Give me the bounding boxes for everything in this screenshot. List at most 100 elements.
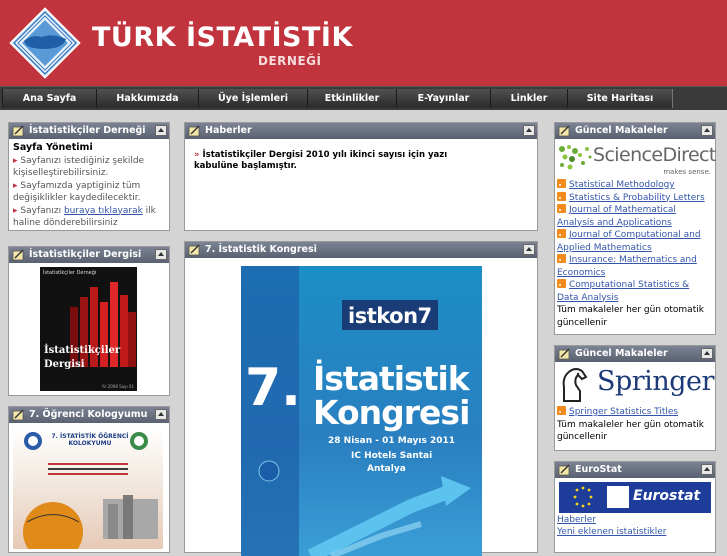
- reset-page-link[interactable]: buraya tıklayarak: [64, 206, 143, 216]
- panel-sciencedirect: Güncel Makaleler ScienceDirect makes sen…: [554, 122, 716, 335]
- main-nav: Ana Sayfa Hakkımızda Üye İşlemleri Etkin…: [0, 86, 727, 110]
- panel-title: Haberler: [205, 125, 252, 136]
- nav-about[interactable]: Hakkımızda: [96, 89, 199, 108]
- rss-icon: [557, 179, 566, 188]
- rss-icon: [557, 254, 566, 263]
- eurostat-news-link[interactable]: Haberler: [557, 514, 666, 526]
- journal-cover[interactable]: İstatistikçiler Derneği İstatistikçiler …: [40, 267, 137, 391]
- springer-list: Springer Statistics Titles Tüm makaleler…: [555, 406, 715, 444]
- edit-note-icon: [188, 125, 200, 137]
- panel-title: Güncel Makaleler: [575, 348, 668, 359]
- eurostat-badge: [607, 486, 629, 508]
- panel-header: Haberler: [185, 123, 537, 139]
- tid-logo-icon[interactable]: [8, 6, 82, 80]
- colloquium-poster[interactable]: 7. İSTATİSTİK ÖĞRENCİ KOLOKYUMU: [13, 427, 163, 549]
- double-arrow-icon: »: [194, 150, 200, 160]
- nav-epubs[interactable]: E-Yayınlar: [396, 89, 491, 108]
- collapse-button[interactable]: [155, 125, 167, 136]
- panel-title: 7. Öğrenci Kologyumu: [29, 409, 148, 420]
- nav-home[interactable]: Ana Sayfa: [2, 89, 97, 108]
- eurostat-logo[interactable]: Eurostat: [559, 482, 711, 513]
- bullet-arrow-icon: ▸: [13, 155, 18, 166]
- eu-flag-icon: [563, 484, 603, 510]
- sciencedirect-logo[interactable]: ScienceDirect makes sense.: [555, 139, 716, 179]
- edit-note-icon: [558, 125, 570, 137]
- collapse-button[interactable]: [523, 244, 535, 255]
- rss-icon: [557, 204, 566, 213]
- auto-update-note: Tüm makaleler her gün otomatik güncellen…: [557, 305, 704, 328]
- collapse-button[interactable]: [701, 348, 713, 359]
- panel-journal: İstatistikçiler Dergisi İstatistikçiler …: [8, 246, 170, 396]
- springer-link[interactable]: Springer Statistics Titles: [557, 406, 713, 419]
- article-link[interactable]: Computational Statistics & Data Analysis: [557, 279, 713, 304]
- collapse-button[interactable]: [701, 125, 713, 136]
- eurostat-links: Haberler Yeni eklenen istatistikler: [557, 514, 666, 538]
- panel-title: İstatistikçiler Derneği: [29, 125, 146, 136]
- cover-publisher: İstatistikçiler Derneği: [43, 270, 97, 276]
- cover-bars-graphic: [70, 282, 136, 367]
- rss-icon: [557, 229, 566, 238]
- site-title: TÜRK İSTATİSTİK: [92, 22, 353, 53]
- panel-association: İstatistikçiler Derneği Sayfa Yönetimi ▸…: [8, 122, 170, 231]
- news-item-text: İstatistikçiler Dergisi 2010 yılı ikinci…: [194, 150, 448, 171]
- cover-issue: Yıl 2008 Sayı 01: [101, 384, 134, 389]
- sciencedirect-dots-icon: [559, 145, 592, 170]
- bullet-arrow-icon: ▸: [13, 205, 18, 216]
- edit-note-icon: [12, 409, 24, 421]
- panel-header: Güncel Makaleler: [555, 123, 715, 139]
- springer-logo[interactable]: Springer: [555, 362, 715, 406]
- panel-colloquium: 7. Öğrenci Kologyumu 7. İSTATİSTİK ÖĞREN…: [8, 406, 170, 553]
- springer-wordmark: Springer: [597, 366, 714, 397]
- edit-note-icon: [558, 348, 570, 360]
- panel-title: İstatistikçiler Dergisi: [29, 249, 142, 260]
- auto-update-note: Tüm makaleler her gün otomatik güncellen…: [557, 419, 704, 443]
- article-link[interactable]: Journal of Mathematical Analysis and App…: [557, 204, 713, 229]
- sciencedirect-tagline: makes sense.: [663, 168, 711, 176]
- nav-events[interactable]: Etkinlikler: [307, 89, 397, 108]
- panel-title: 7. İstatistik Kongresi: [205, 244, 317, 255]
- cover-title-1: İstatistikçiler: [44, 345, 121, 356]
- edit-note-icon: [12, 125, 24, 137]
- panel-eurostat: EuroStat Eurostat Haberler Yeni eklenen …: [554, 461, 716, 553]
- edit-note-icon: [12, 249, 24, 261]
- sciencedirect-wordmark: ScienceDirect: [593, 144, 716, 166]
- site-subtitle: DERNEĞİ: [258, 54, 322, 68]
- edit-note-icon: [558, 464, 570, 476]
- panel-header: İstatistikçiler Derneği: [9, 123, 169, 139]
- nav-sitemap[interactable]: Site Haritası: [567, 89, 673, 108]
- rss-icon: [557, 279, 566, 288]
- panel-congress: 7. İstatistik Kongresi istkon7 7. İstati…: [184, 241, 538, 556]
- panel-header: 7. İstatistik Kongresi: [185, 242, 537, 258]
- congress-poster[interactable]: istkon7 7. İstatistik Kongresi 28 Nisan …: [241, 266, 482, 556]
- collapse-button[interactable]: [155, 409, 167, 420]
- site-header: TÜRK İSTATİSTİK DERNEĞİ: [0, 0, 727, 86]
- collapse-button[interactable]: [155, 249, 167, 260]
- rss-icon: [557, 191, 566, 201]
- panel-title: Güncel Makaleler: [575, 125, 668, 136]
- panel-body: Sayfa Yönetimi ▸ Sayfanızı istediğiniz ş…: [9, 139, 169, 233]
- article-link[interactable]: Statistics & Probability Letters: [557, 191, 713, 205]
- cover-title-2: Dergisi: [44, 359, 85, 370]
- article-link[interactable]: Statistical Methodology: [557, 179, 713, 192]
- nav-links[interactable]: Linkler: [490, 89, 568, 108]
- growth-arrow-graphic: [258, 460, 471, 556]
- panel-springer: Güncel Makaleler Springer Springer Stati…: [554, 345, 716, 451]
- springer-horse-icon: [562, 368, 588, 402]
- nav-member[interactable]: Üye İşlemleri: [198, 89, 308, 108]
- article-link[interactable]: Insurance: Mathematics and Economics: [557, 254, 713, 279]
- article-link[interactable]: Journal of Computational and Applied Mat…: [557, 229, 713, 254]
- info-item: Sayfamızda yaptiginiz tüm değişiklikler …: [13, 180, 141, 204]
- collapse-button[interactable]: [701, 464, 713, 475]
- panel-news: Haberler » İstatistikçiler Dergisi 2010 …: [184, 122, 538, 231]
- collapse-button[interactable]: [523, 125, 535, 136]
- poster-title: 7. İSTATİSTİK ÖĞRENCİ KOLOKYUMU: [51, 433, 129, 447]
- rss-icon: [557, 406, 566, 415]
- eurostat-wordmark: Eurostat: [633, 488, 701, 504]
- news-item[interactable]: » İstatistikçiler Dergisi 2010 yılı ikin…: [194, 150, 484, 172]
- info-item: Sayfanızı istediğiniz şekilde kişiselleş…: [13, 155, 145, 179]
- panel-header: Güncel Makaleler: [555, 346, 715, 362]
- panel-title: EuroStat: [575, 464, 622, 475]
- bullet-arrow-icon: ▸: [13, 180, 18, 191]
- edit-note-icon: [188, 244, 200, 256]
- eurostat-new-stats-link[interactable]: Yeni eklenen istatistikler: [557, 526, 666, 538]
